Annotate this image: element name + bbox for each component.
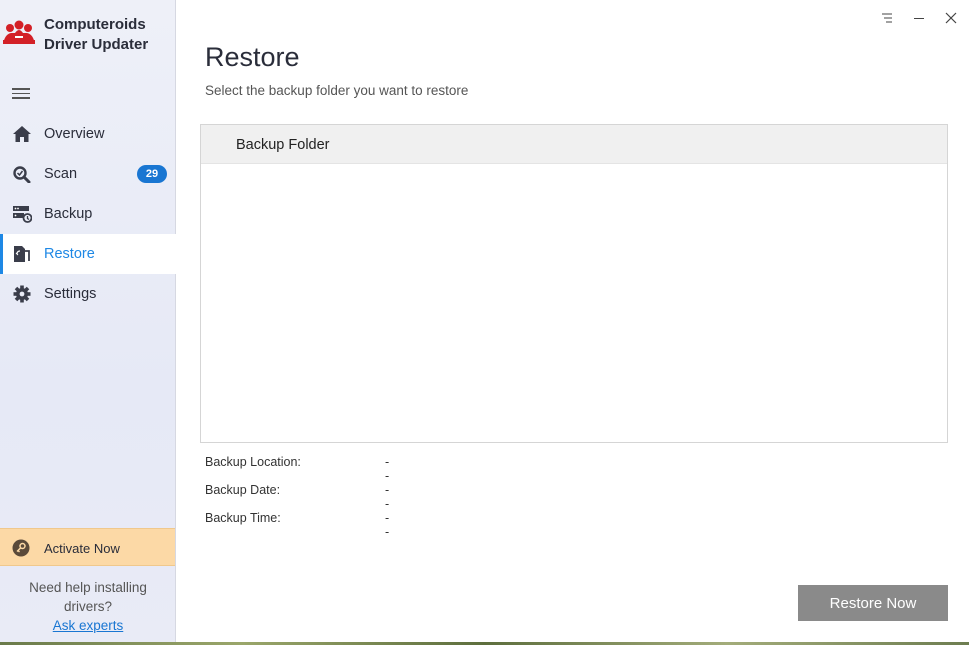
- sidebar-item-label: Restore: [44, 246, 95, 262]
- gear-icon: [13, 285, 31, 303]
- sidebar-item-scan[interactable]: Scan 29: [0, 154, 176, 194]
- page-title: Restore: [205, 42, 300, 72]
- activate-now-label: Activate Now: [44, 541, 120, 556]
- sidebar-item-backup[interactable]: Backup: [0, 194, 176, 234]
- backup-location-value: --: [385, 455, 390, 483]
- home-icon: [13, 126, 31, 142]
- restore-icon: [14, 246, 30, 262]
- table-header: Backup Folder: [201, 125, 947, 164]
- minimize-icon[interactable]: [911, 10, 927, 26]
- backup-date-label: Backup Date:: [205, 483, 281, 497]
- backup-date-value: --: [385, 483, 390, 511]
- logo-icon: [3, 20, 35, 44]
- sidebar-nav: Overview Scan 29 Backup Restore Settings: [0, 114, 176, 314]
- app-name-line2: Driver Updater: [44, 36, 149, 53]
- options-menu-icon[interactable]: [879, 10, 895, 26]
- backup-location-label: Backup Location:: [205, 455, 301, 469]
- brand: Computeroids Driver Updater: [0, 14, 176, 58]
- sidebar: Computeroids Driver Updater Overview Sca…: [0, 0, 176, 645]
- app-name: Computeroids Driver Updater: [44, 15, 148, 55]
- restore-now-button[interactable]: Restore Now: [798, 585, 948, 621]
- help-text-line2: drivers?: [63, 599, 112, 614]
- backup-time-label: Backup Time:: [205, 511, 281, 525]
- ask-experts-link[interactable]: Ask experts: [53, 618, 124, 633]
- sidebar-item-label: Overview: [44, 126, 105, 142]
- sidebar-item-label: Scan: [44, 166, 78, 182]
- close-icon[interactable]: [943, 10, 959, 26]
- backup-time-value: --: [385, 511, 390, 539]
- page-subtitle: Select the backup folder you want to res…: [205, 83, 469, 98]
- sidebar-item-restore[interactable]: Restore: [0, 234, 176, 274]
- scan-count-badge: 29: [137, 165, 167, 183]
- activate-now-button[interactable]: Activate Now: [0, 528, 175, 566]
- sidebar-item-label: Settings: [44, 286, 97, 302]
- sidebar-item-settings[interactable]: Settings: [0, 274, 176, 314]
- sidebar-item-label: Backup: [44, 206, 93, 222]
- column-header-backup-folder[interactable]: Backup Folder: [236, 137, 330, 153]
- key-icon: [12, 539, 30, 557]
- help-text-line1: Need help installing: [29, 580, 147, 595]
- help-section: Need help installing drivers? Ask expert…: [0, 578, 176, 635]
- scan-icon: [13, 166, 31, 183]
- menu-toggle-icon[interactable]: [12, 88, 30, 100]
- sidebar-item-overview[interactable]: Overview: [0, 114, 176, 154]
- backup-folder-table[interactable]: Backup Folder: [200, 124, 948, 443]
- app-name-line1: Computeroids: [44, 16, 146, 33]
- backup-icon: [13, 206, 32, 223]
